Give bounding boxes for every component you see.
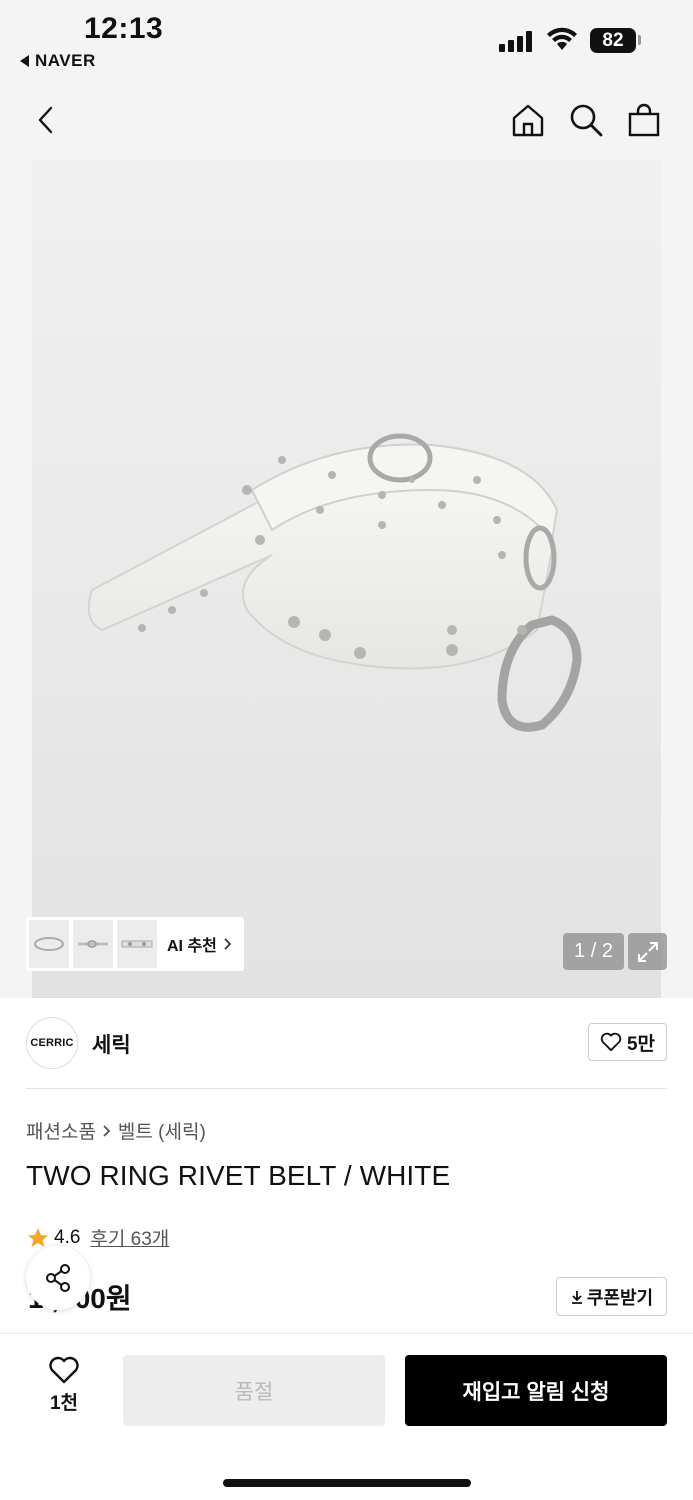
thumbnail-belt-icon <box>78 940 108 948</box>
ai-recommend-label: AI 추천 <box>167 932 232 956</box>
back-button[interactable] <box>24 98 68 142</box>
chevron-left-icon <box>38 106 53 134</box>
wish-count: 1천 <box>49 1393 79 1414</box>
product-image[interactable] <box>32 160 661 998</box>
home-button[interactable] <box>506 98 550 142</box>
thumbnail-2[interactable] <box>73 920 113 968</box>
thumbnail-3[interactable] <box>117 920 157 968</box>
chevron-right-icon <box>224 938 232 950</box>
brand-like-count: 5만 <box>626 1033 656 1055</box>
brand-name[interactable]: 세릭 <box>92 1029 131 1059</box>
chevron-right-icon <box>103 1124 111 1137</box>
wish-button[interactable]: 1천 <box>34 1356 94 1415</box>
restock-alert-button[interactable]: 재입고 알림 신청 <box>405 1355 667 1426</box>
search-icon <box>570 104 603 137</box>
share-icon <box>46 1264 70 1292</box>
status-bar: 12:13 NAVER 82 <box>0 0 693 80</box>
review-count-link[interactable]: 후기 63개 <box>90 1224 169 1251</box>
brand-logo[interactable]: CERRIC <box>26 1017 78 1069</box>
bag-icon <box>628 103 660 137</box>
share-button[interactable] <box>26 1246 90 1310</box>
battery-cap <box>638 35 641 45</box>
nav-bar <box>0 80 693 160</box>
home-icon <box>512 104 544 137</box>
ai-recommend-button[interactable]: AI 추천 <box>26 917 244 971</box>
cart-button[interactable] <box>622 98 666 142</box>
breadcrumb-category[interactable]: 패션소품 <box>26 1117 96 1144</box>
back-app-label: NAVER <box>35 51 96 70</box>
coupon-label: 쿠폰받기 <box>586 1287 654 1308</box>
expand-icon <box>637 941 658 962</box>
wifi-icon <box>547 27 577 50</box>
star-icon <box>28 1227 48 1247</box>
product-title: TWO RING RIVET BELT / WHITE <box>26 1160 451 1191</box>
image-counter: 1 / 2 <box>563 933 624 970</box>
ai-recommend-text: AI 추천 <box>167 938 217 955</box>
brand-row: CERRIC 세릭 5만 <box>26 1017 667 1069</box>
expand-button[interactable] <box>628 933 667 970</box>
status-time: 12:13 <box>84 12 164 45</box>
thumbnail-belt-icon <box>34 937 64 951</box>
battery-icon: 82 <box>590 28 636 53</box>
signal-icon <box>499 30 532 52</box>
heart-icon <box>49 1356 79 1384</box>
download-icon <box>571 1290 582 1304</box>
back-to-app-link[interactable]: NAVER <box>20 51 96 71</box>
soldout-button: 품절 <box>123 1355 385 1426</box>
thumbnail-1[interactable] <box>29 920 69 968</box>
back-triangle-icon <box>20 55 29 67</box>
heart-icon <box>600 1032 622 1052</box>
breadcrumb-subcategory[interactable]: 벨트 (세릭) <box>118 1117 206 1144</box>
search-button[interactable] <box>564 98 608 142</box>
bottom-action-bar: 1천 품절 재입고 알림 신청 <box>0 1333 693 1500</box>
coupon-button[interactable]: 쿠폰받기 <box>556 1277 667 1316</box>
home-indicator <box>223 1479 471 1487</box>
belt-image <box>87 433 582 732</box>
breadcrumb: 패션소품 벨트 (세릭) <box>26 1117 206 1144</box>
divider <box>26 1088 667 1089</box>
product-gallery[interactable]: AI 추천 1 / 2 <box>0 160 693 998</box>
brand-like-button[interactable]: 5만 <box>588 1023 667 1061</box>
thumbnail-belt-icon <box>121 940 153 948</box>
